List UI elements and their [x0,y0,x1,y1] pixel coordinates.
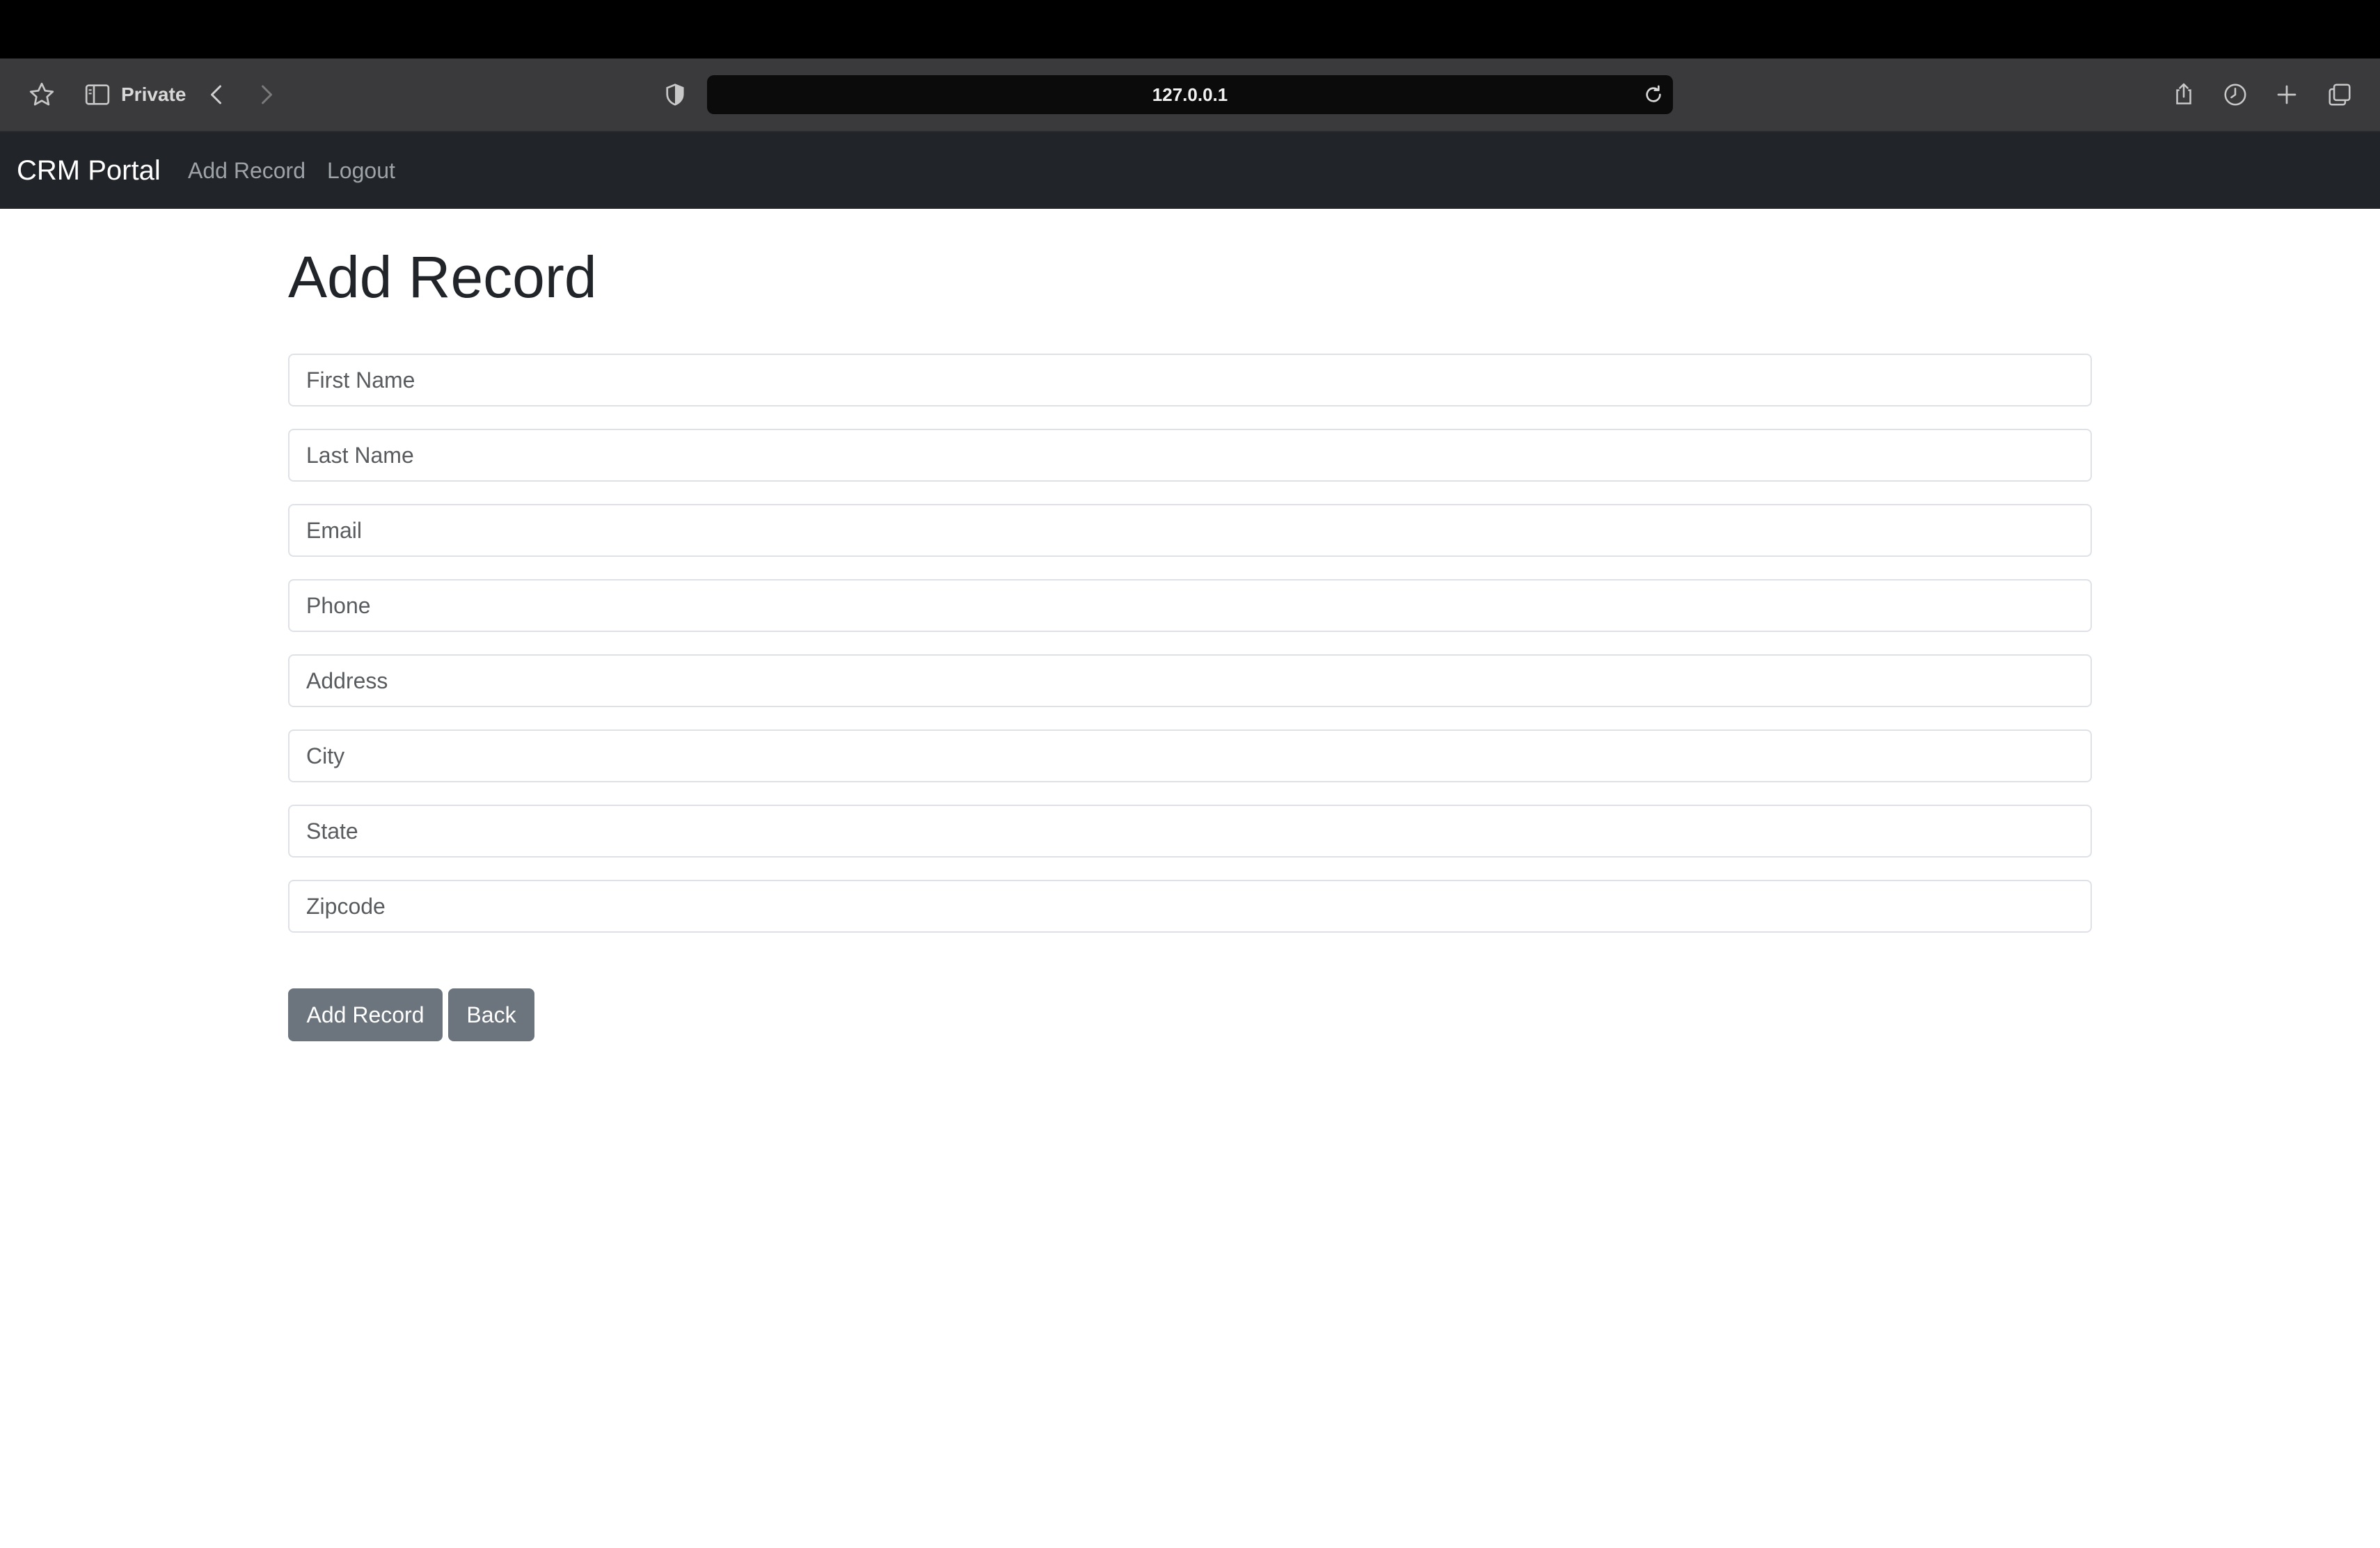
nav-link-logout[interactable]: Logout [327,132,395,209]
new-tab-icon[interactable] [2266,74,2308,116]
phone-input[interactable] [288,579,2092,632]
navbar-brand[interactable]: CRM Portal [17,132,161,209]
private-browsing-label: Private [121,84,187,105]
reload-icon[interactable] [1642,84,1665,106]
zipcode-input[interactable] [288,880,2092,933]
forward-arrow-icon[interactable] [245,74,287,116]
privacy-shield-icon[interactable] [654,74,696,116]
back-arrow-icon[interactable] [196,74,238,116]
address-bar[interactable]: 127.0.0.1 [707,75,1673,114]
share-icon[interactable] [2163,74,2205,116]
screen-top-bar [0,0,2380,58]
app-navbar: CRM Portal Add Record Logout [0,132,2380,209]
tab-overview-icon[interactable] [2319,74,2361,116]
city-input[interactable] [288,729,2092,782]
nav-link-add-record[interactable]: Add Record [188,132,306,209]
browser-toolbar: Private 127.0.0.1 [0,58,2380,132]
state-input[interactable] [288,805,2092,858]
sidebar-icon[interactable] [77,74,118,116]
star-icon[interactable] [21,74,63,116]
url-text[interactable]: 127.0.0.1 [707,75,1673,114]
history-icon[interactable] [2214,74,2256,116]
address-input[interactable] [288,654,2092,707]
last-name-input[interactable] [288,429,2092,482]
email-input[interactable] [288,504,2092,557]
add-record-button[interactable]: Add Record [288,988,443,1041]
page-title: Add Record [288,244,597,310]
back-button[interactable]: Back [448,988,534,1041]
first-name-input[interactable] [288,354,2092,406]
